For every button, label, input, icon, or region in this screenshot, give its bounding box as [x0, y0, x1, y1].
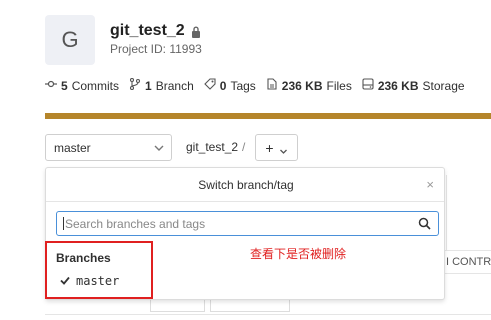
project-title[interactable]: git_test_2 [110, 22, 201, 40]
stat-commits[interactable]: 5 Commits [45, 78, 119, 93]
background-column-label: I CONTRI [446, 256, 491, 268]
branch-icon [129, 77, 141, 93]
chevron-down-icon [279, 143, 288, 154]
project-name[interactable]: git_test_2 [110, 22, 185, 40]
stat-branches[interactable]: 1 Branch [129, 77, 194, 93]
stat-commits-count: 5 [61, 78, 68, 93]
search-icon[interactable] [418, 217, 431, 230]
stat-storage[interactable]: 236 KB Storage [362, 78, 465, 93]
project-stats: 5 Commits 1 Branch 0 Tags 236 KB Files 2… [45, 77, 465, 93]
check-icon [60, 274, 70, 288]
tag-icon [203, 78, 216, 93]
dropdown-divider [46, 201, 444, 202]
plus-icon: + [265, 139, 274, 156]
search-placeholder: Search branches and tags [65, 216, 206, 231]
branches-section-header: Branches [56, 251, 111, 265]
breadcrumb-project[interactable]: git_test_2 [186, 140, 238, 154]
stat-tags-count: 0 [219, 78, 227, 93]
highlight-box [45, 241, 153, 299]
stat-branches-count: 1 [145, 78, 152, 93]
background-divider [45, 314, 491, 315]
text-caret [63, 217, 64, 230]
commit-icon [45, 78, 57, 93]
project-avatar: G [45, 15, 95, 65]
background-tab [210, 300, 290, 312]
branch-search-input[interactable]: Search branches and tags [56, 211, 439, 236]
accent-divider [45, 113, 491, 119]
background-panel-edge [446, 175, 491, 250]
stat-files-label: Files [326, 78, 352, 93]
project-id: Project ID: 11993 [110, 42, 202, 56]
branch-select[interactable]: master [45, 134, 172, 161]
stat-commits-label: Commits [71, 78, 120, 93]
branch-item-label: master [76, 274, 120, 288]
close-icon[interactable]: × [426, 177, 434, 192]
stat-tags-label: Tags [230, 78, 256, 93]
stat-tags[interactable]: 0 Tags [203, 78, 256, 93]
stat-files[interactable]: 236 KB Files [266, 78, 352, 93]
dropdown-title: Switch branch/tag [198, 178, 294, 192]
stat-storage-label: Storage [422, 78, 465, 93]
background-tab [150, 300, 205, 312]
storage-icon [362, 78, 374, 93]
chevron-down-icon [153, 142, 165, 154]
file-icon [266, 78, 278, 93]
add-dropdown-button[interactable]: + [255, 134, 298, 161]
stat-storage-size: 236 KB [377, 78, 419, 93]
branch-select-value: master [54, 140, 91, 155]
lock-icon [191, 25, 201, 38]
breadcrumb-separator: / [242, 140, 246, 154]
annotation-note: 查看下是否被删除 [250, 247, 347, 261]
stat-files-size: 236 KB [281, 78, 323, 93]
stat-branches-label: Branch [155, 78, 194, 93]
branch-item-master[interactable]: master [60, 274, 119, 288]
